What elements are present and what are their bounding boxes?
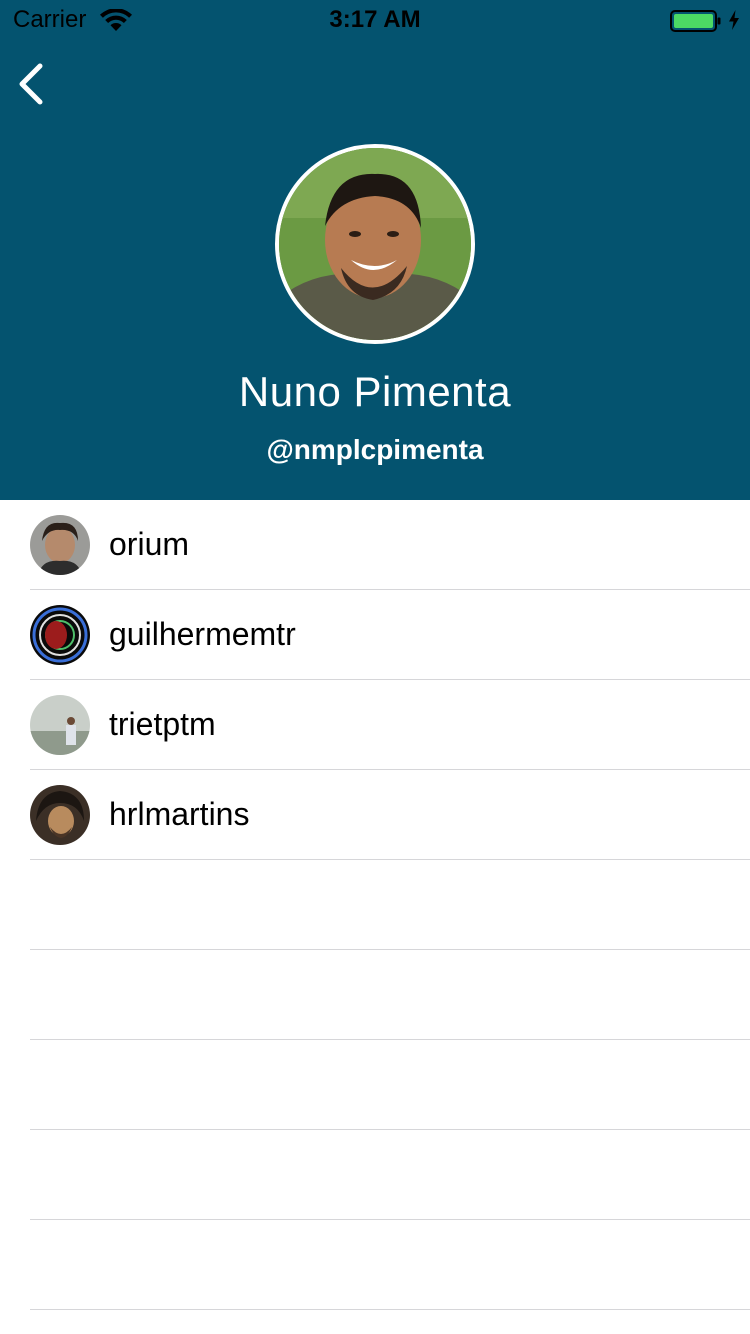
list-item-label: orium xyxy=(109,526,190,562)
user-avatar xyxy=(30,605,90,665)
list-item[interactable]: trietptm xyxy=(30,680,750,770)
list-item-label: trietptm xyxy=(109,706,216,742)
list-item-label: hrlmartins xyxy=(109,796,250,832)
chevron-left-icon xyxy=(19,63,43,105)
user-avatar xyxy=(30,785,90,845)
empty-row xyxy=(30,950,750,1040)
profile-name: Nuno Pimenta xyxy=(238,368,512,415)
profile-handle: @nmplcpimenta xyxy=(266,434,484,465)
battery-icon xyxy=(670,10,721,32)
list-item[interactable]: orium xyxy=(30,500,750,590)
back-button[interactable] xyxy=(10,58,58,110)
empty-row xyxy=(30,1220,750,1310)
status-bar: Carrier 3:17 AM xyxy=(0,0,750,40)
list-item-label: guilhermemtr xyxy=(109,616,296,652)
charging-bolt-icon xyxy=(729,10,739,30)
empty-row xyxy=(30,860,750,950)
empty-row xyxy=(30,1130,750,1220)
list-item[interactable]: hrlmartins xyxy=(30,770,750,860)
profile-avatar xyxy=(275,144,475,344)
user-avatar xyxy=(30,695,90,755)
list-item[interactable]: guilhermemtr xyxy=(30,590,750,680)
user-avatar xyxy=(30,515,90,575)
following-list: orium guilhermemtr trietptm hrlmartins xyxy=(0,500,750,1310)
empty-row xyxy=(30,1040,750,1130)
profile-header: Carrier 3:17 AM Nuno Pimenta @nmplcpimen… xyxy=(0,0,750,500)
status-time: 3:17 AM xyxy=(329,6,421,33)
